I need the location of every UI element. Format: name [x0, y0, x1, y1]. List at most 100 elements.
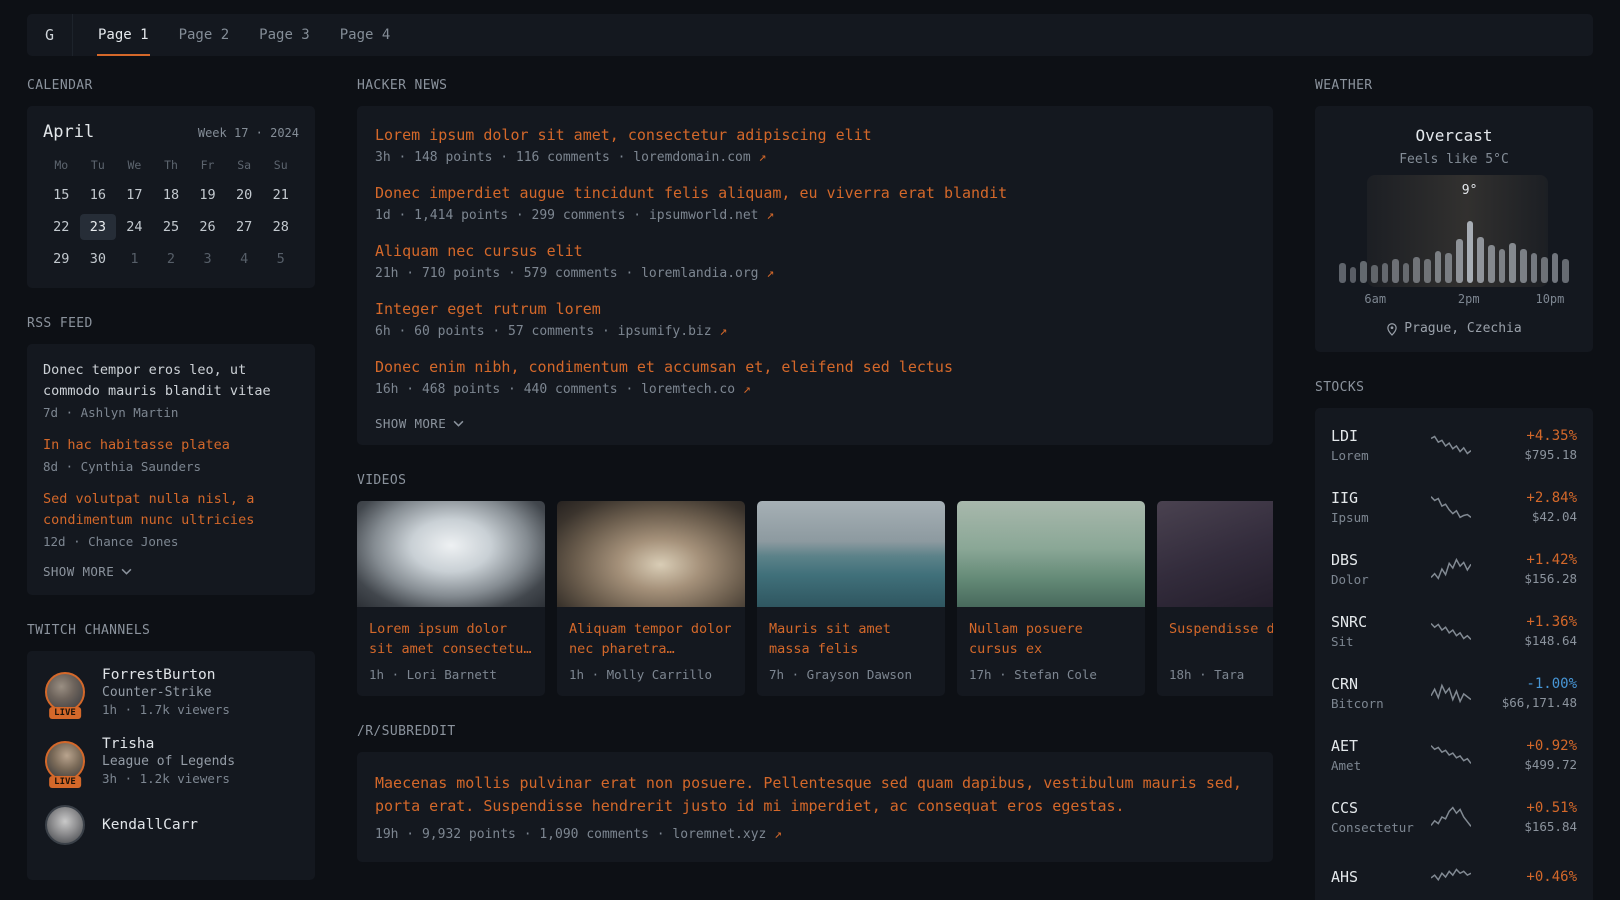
subreddit-post-meta: 19h · 9,932 points · 1,090 comments · lo… [375, 827, 1255, 842]
stock-price: $42.04 [1481, 509, 1577, 524]
video-title[interactable]: Mauris sit amet massa felis [769, 619, 933, 660]
tab-page-3[interactable]: Page 3 [244, 14, 325, 56]
video-thumbnail[interactable] [757, 501, 945, 607]
stock-price: $148.64 [1481, 633, 1577, 648]
stock-change: +1.42% [1481, 552, 1577, 568]
avatar [45, 741, 85, 781]
channel-game: League of Legends [102, 754, 235, 769]
subreddit-post-title[interactable]: Maecenas mollis pulvinar erat non posuer… [375, 772, 1255, 819]
rss-item-title[interactable]: Donec tempor eros leo, ut commodo mauris… [43, 360, 299, 402]
calendar-day: 15 [43, 182, 80, 208]
stock-row[interactable]: AHS+0.46% [1331, 848, 1577, 900]
stock-row[interactable]: LDILorem+4.35%$795.18 [1331, 414, 1577, 476]
hn-domain-link[interactable]: ipsumify.biz ↗ [618, 324, 728, 339]
hn-domain-link[interactable]: ipsumworld.net ↗ [649, 208, 774, 223]
subreddit-domain-link[interactable]: loremnet.xyz ↗ [672, 827, 782, 842]
video-thumbnail[interactable] [957, 501, 1145, 607]
stock-change: +0.92% [1481, 738, 1577, 754]
calendar-weekday: Fr [189, 154, 226, 176]
video-title[interactable]: Nullam posuere cursus ex [969, 619, 1133, 660]
hn-domain-link[interactable]: loremdomain.com ↗ [633, 150, 766, 165]
stock-right: +1.42%$156.28 [1481, 552, 1577, 586]
app-logo[interactable]: G [27, 14, 73, 56]
subreddit-section: /R/SUBREDDIT Maecenas mollis pulvinar er… [357, 724, 1273, 862]
calendar-day: 24 [116, 214, 153, 240]
stock-row[interactable]: DBSDolor+1.42%$156.28 [1331, 538, 1577, 600]
tab-page-1[interactable]: Page 1 [83, 14, 164, 56]
weather-bar [1350, 267, 1357, 283]
weather-location: Prague, Czechia [1331, 321, 1577, 336]
tab-page-2[interactable]: Page 2 [164, 14, 245, 56]
hackernews-section: HACKER NEWS Lorem ipsum dolor sit amet, … [357, 78, 1273, 445]
weather-bar [1541, 257, 1548, 283]
weather-times: 6am 2pm 10pm [1331, 292, 1577, 308]
stock-row[interactable]: IIGIpsum+2.84%$42.04 [1331, 476, 1577, 538]
stock-row[interactable]: AETAmet+0.92%$499.72 [1331, 724, 1577, 786]
stock-sparkline [1421, 429, 1481, 461]
video-meta: 1h · Lori Barnett [369, 667, 533, 682]
stock-price: $795.18 [1481, 447, 1577, 462]
calendar-day: 21 [262, 182, 299, 208]
twitch-channel[interactable]: LIVETrishaLeague of Legends3h · 1.2k vie… [43, 736, 299, 786]
hn-item-title[interactable]: Donec imperdiet augue tincidunt felis al… [375, 184, 1255, 202]
hn-domain-link[interactable]: loremtech.co ↗ [641, 382, 751, 397]
rss-item-title[interactable]: Sed volutpat nulla nisl, a condimentum n… [43, 489, 299, 531]
stock-ticker: IIG [1331, 489, 1421, 507]
video-body: Suspendisse diam18h · Tara [1157, 607, 1273, 696]
hn-item: Donec enim nibh, condimentum et accumsan… [375, 358, 1255, 397]
stock-row[interactable]: CCSConsectetur+0.51%$165.84 [1331, 786, 1577, 848]
channel-text: KendallCarr [102, 817, 198, 833]
video-thumbnail[interactable] [557, 501, 745, 607]
stock-price: $499.72 [1481, 757, 1577, 772]
hn-item-meta: 6h · 60 points · 57 comments · ipsumify.… [375, 324, 1255, 339]
hn-item: Aliquam nec cursus elit21h · 710 points … [375, 242, 1255, 281]
videos-row: Lorem ipsum dolor sit amet consectetu… 1h… [357, 501, 1273, 696]
weather-bar [1499, 249, 1506, 283]
calendar-header: April Week 17 · 2024 [43, 122, 299, 142]
channel-name: ForrestBurton [102, 667, 230, 683]
stock-row[interactable]: CRNBitcorn-1.00%$66,171.48 [1331, 662, 1577, 724]
twitch-channel[interactable]: KendallCarr [43, 805, 299, 845]
calendar-day: 20 [226, 182, 263, 208]
external-link-icon: ↗ [766, 266, 774, 281]
stock-name: Dolor [1331, 572, 1421, 587]
dashboard-page: G Page 1Page 2Page 3Page 4 CALENDAR Apri… [0, 0, 1620, 900]
video-card: Suspendisse diam18h · Tara [1157, 501, 1273, 696]
calendar-day: 1 [116, 246, 153, 272]
stock-name: Consectetur [1331, 820, 1421, 835]
video-card: Mauris sit amet massa felis7h · Grayson … [757, 501, 945, 696]
weather-bar [1456, 239, 1463, 283]
hn-item-title[interactable]: Donec enim nibh, condimentum et accumsan… [375, 358, 1255, 376]
hn-show-more-button[interactable]: SHOW MORE [375, 416, 464, 431]
hn-item-title[interactable]: Aliquam nec cursus elit [375, 242, 1255, 260]
video-title[interactable]: Suspendisse diam [1169, 619, 1273, 660]
rss-show-more-button[interactable]: SHOW MORE [43, 564, 132, 579]
stock-left: LDILorem [1331, 427, 1421, 463]
rss-item-meta: 8d · Cynthia Saunders [43, 459, 299, 474]
stock-ticker: CRN [1331, 675, 1421, 693]
video-thumbnail[interactable] [1157, 501, 1273, 607]
weather-bar [1552, 253, 1559, 283]
twitch-card: LIVEForrestBurtonCounter-Strike1h · 1.7k… [27, 651, 315, 880]
stock-row[interactable]: SNRCSit+1.36%$148.64 [1331, 600, 1577, 662]
rss-item: Donec tempor eros leo, ut commodo mauris… [43, 360, 299, 420]
video-thumbnail[interactable] [357, 501, 545, 607]
channel-game: Counter-Strike [102, 685, 230, 700]
weather-bar [1477, 237, 1484, 283]
twitch-channel[interactable]: LIVEForrestBurtonCounter-Strike1h · 1.7k… [43, 667, 299, 717]
twitch-section: TWITCH CHANNELS LIVEForrestBurtonCounter… [27, 623, 315, 880]
video-title[interactable]: Aliquam tempor dolor nec pharetra… [569, 619, 733, 660]
stock-change: +1.36% [1481, 614, 1577, 630]
rss-item-meta: 7d · Ashlyn Martin [43, 405, 299, 420]
stock-left: IIGIpsum [1331, 489, 1421, 525]
weather-bar [1488, 245, 1495, 283]
rss-item-title[interactable]: In hac habitasse platea [43, 435, 299, 456]
stock-right: +1.36% $148.64 [1481, 614, 1577, 648]
video-title[interactable]: Lorem ipsum dolor sit amet consectetu… [369, 619, 533, 660]
hn-item-title[interactable]: Integer eget rutrum lorem [375, 300, 1255, 318]
right-column: WEATHER Overcast Feels like 5°C 9° 6am 2… [1315, 78, 1593, 900]
rss-section: RSS FEED Donec tempor eros leo, ut commo… [27, 316, 315, 595]
hn-domain-link[interactable]: loremlandia.org ↗ [641, 266, 774, 281]
hn-item-title[interactable]: Lorem ipsum dolor sit amet, consectetur … [375, 126, 1255, 144]
tab-page-4[interactable]: Page 4 [325, 14, 406, 56]
